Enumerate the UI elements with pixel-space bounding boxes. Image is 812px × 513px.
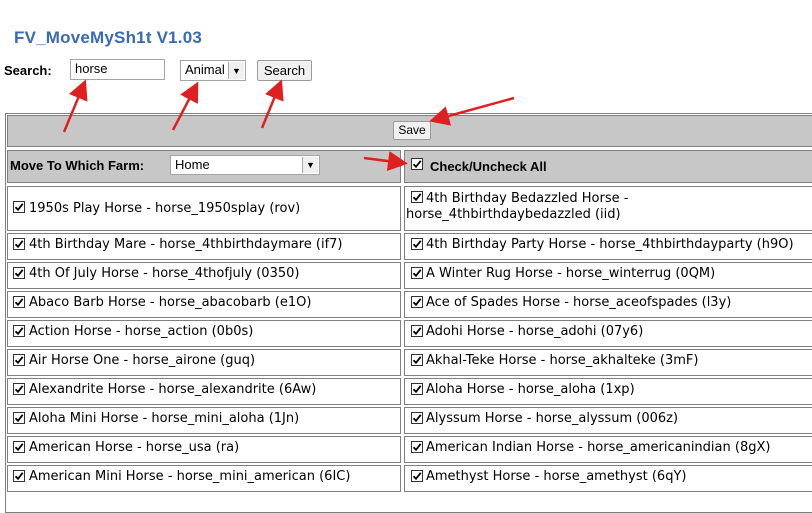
item-label: Alexandrite Horse - horse_alexandrite (6… <box>29 382 317 397</box>
item-checkbox[interactable] <box>411 267 423 279</box>
item-checkbox[interactable] <box>13 267 25 279</box>
save-button[interactable]: Save <box>393 121 431 140</box>
app-title: FV_MoveMySh1t V1.03 <box>14 28 203 47</box>
item-label: Abaco Barb Horse - horse_abacobarb (e1O) <box>29 295 312 310</box>
item-checkbox[interactable] <box>411 470 423 482</box>
checkmark-icon <box>14 327 24 336</box>
item-checkbox[interactable] <box>13 441 25 453</box>
checkmark-icon <box>14 269 24 278</box>
item-checkbox[interactable] <box>411 412 423 424</box>
checkmark-icon <box>14 356 24 365</box>
item-checkbox[interactable] <box>411 383 423 395</box>
farm-select[interactable]: Home ▼ <box>170 155 320 175</box>
item-label: Ace of Spades Horse - horse_aceofspades … <box>426 295 732 310</box>
item-label: American Mini Horse - horse_mini_america… <box>29 469 351 484</box>
item-checkbox[interactable] <box>13 238 25 250</box>
search-label: Search: <box>4 63 52 78</box>
item-label: Aloha Horse - horse_aloha (1xp) <box>426 382 635 397</box>
checkmark-icon <box>412 269 422 278</box>
check-all-label: Check/Uncheck All <box>430 159 547 174</box>
item-checkbox[interactable] <box>13 201 25 213</box>
checkmark-icon <box>14 385 24 394</box>
item-checkbox[interactable] <box>13 354 25 366</box>
item-label: Amethyst Horse - horse_amethyst (6qY) <box>426 469 687 484</box>
item-label: American Indian Horse - horse_americanin… <box>426 440 771 455</box>
checkmark-icon <box>412 327 422 336</box>
chevron-down-icon: ▼ <box>302 157 318 173</box>
checkmark-icon <box>412 356 422 365</box>
checkmark-icon <box>14 414 24 423</box>
checkmark-icon <box>412 385 422 394</box>
item-checkbox[interactable] <box>411 238 423 250</box>
checkmark-icon <box>14 472 24 481</box>
item-checkbox[interactable] <box>13 412 25 424</box>
checkmark-icon <box>14 443 24 452</box>
search-input[interactable]: horse <box>70 59 165 80</box>
item-label: 4th Of July Horse - horse_4thofjuly (035… <box>29 266 300 281</box>
item-label: Aloha Mini Horse - horse_mini_aloha (1Jn… <box>29 411 300 426</box>
chevron-down-icon: ▼ <box>228 62 244 79</box>
check-all-checkbox[interactable] <box>411 158 423 170</box>
item-checkbox[interactable] <box>13 296 25 308</box>
checkmark-icon <box>412 443 422 452</box>
item-label: 4th Birthday Bedazzled Horse - horse_4th… <box>406 191 629 222</box>
checkmark-icon <box>412 160 422 169</box>
farm-select-value: Home <box>175 157 210 172</box>
item-checkbox[interactable] <box>411 296 423 308</box>
item-label: 1950s Play Horse - horse_1950splay (rov) <box>29 201 301 216</box>
item-label: Air Horse One - horse_airone (guq) <box>29 353 256 368</box>
item-label: Akhal-Teke Horse - horse_akhalteke (3mF) <box>426 353 699 368</box>
search-button[interactable]: Search <box>257 60 312 81</box>
farm-label: Move To Which Farm: <box>10 158 145 173</box>
item-label: Adohi Horse - horse_adohi (07y6) <box>426 324 644 339</box>
item-label: A Winter Rug Horse - horse_winterrug (0Q… <box>426 266 716 281</box>
category-select-value: Animal <box>185 62 225 77</box>
item-label: American Horse - horse_usa (ra) <box>29 440 240 455</box>
checkmark-icon <box>412 472 422 481</box>
checkmark-icon <box>412 298 422 307</box>
item-checkbox[interactable] <box>13 470 25 482</box>
checkmark-icon <box>412 240 422 249</box>
checkmark-icon <box>14 298 24 307</box>
item-checkbox[interactable] <box>13 325 25 337</box>
item-checkbox[interactable] <box>411 354 423 366</box>
category-select[interactable]: Animal ▼ <box>180 60 246 81</box>
item-checkbox[interactable] <box>13 383 25 395</box>
item-label: Action Horse - horse_action (0b0s) <box>29 324 254 339</box>
item-label: 4th Birthday Party Horse - horse_4thbirt… <box>426 237 794 252</box>
item-label: 4th Birthday Mare - horse_4thbirthdaymar… <box>29 237 343 252</box>
checkmark-icon <box>14 240 24 249</box>
item-label: Alyssum Horse - horse_alyssum (006z) <box>426 411 679 426</box>
checkmark-icon <box>14 203 24 212</box>
checkmark-icon <box>412 414 422 423</box>
item-checkbox[interactable] <box>411 441 423 453</box>
item-checkbox[interactable] <box>411 325 423 337</box>
